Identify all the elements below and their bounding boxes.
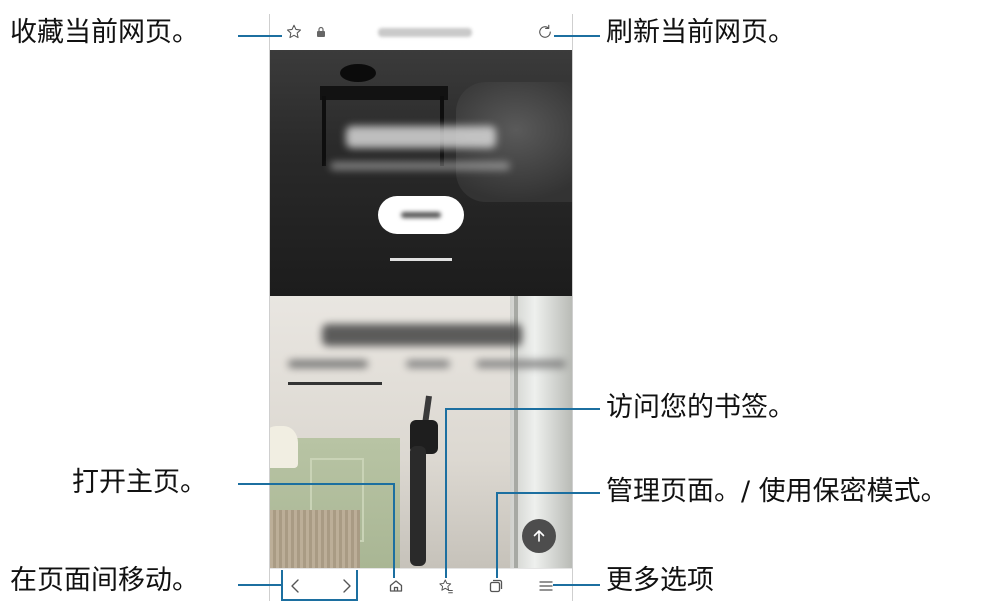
learn-more-link[interactable] [390, 258, 452, 261]
callout-line-bookmarks [445, 408, 600, 410]
lock-icon [314, 25, 328, 39]
callout-bookmarks: 访问您的书签。 [606, 392, 795, 423]
callout-line-manage-tabs [496, 492, 600, 494]
url-bar [270, 14, 572, 51]
callout-line-bookmark-page [238, 35, 282, 37]
menu-icon[interactable] [536, 576, 556, 596]
scroll-to-top-button[interactable] [522, 519, 556, 553]
callout-navigate: 在页面间移动。 [10, 565, 199, 596]
blurred-section-title [322, 324, 522, 346]
blurred-tab-1[interactable] [288, 360, 368, 368]
callout-home: 打开主页。 [72, 467, 207, 498]
callout-line-home-vertical [393, 483, 395, 578]
forward-icon[interactable] [336, 576, 356, 596]
callout-line-more-options [553, 584, 600, 586]
buy-now-button[interactable] [378, 196, 464, 234]
blurred-subline [330, 162, 510, 170]
callout-line-navigate [238, 584, 281, 586]
callout-line-manage-tabs-vertical [496, 492, 498, 578]
table-image [320, 86, 448, 100]
table-leg [322, 96, 326, 166]
lamp-image [270, 426, 298, 468]
refresh-icon[interactable] [535, 22, 555, 42]
url-text[interactable] [378, 28, 472, 37]
blurred-headline [346, 126, 496, 148]
star-outline-icon[interactable] [284, 22, 304, 42]
callout-more-options: 更多选项 [606, 565, 714, 596]
callout-manage-tabs: 管理页面。/ 使用保密模式。 [606, 476, 948, 507]
back-icon[interactable] [286, 576, 306, 596]
callout-line-refresh-page [554, 35, 600, 37]
callout-line-bookmarks-vertical [445, 408, 447, 578]
callout-line-navigate-bracket-right [356, 570, 358, 601]
bookmarks-icon[interactable] [436, 576, 456, 596]
bowl-image [340, 64, 376, 82]
callout-bookmark-page: 收藏当前网页。 [10, 17, 199, 48]
tabs-icon[interactable] [486, 576, 506, 596]
hero-banner-dark [270, 50, 572, 296]
bottom-navigation [270, 568, 572, 601]
callout-refresh-page: 刷新当前网页。 [606, 17, 795, 48]
blurred-tab-2[interactable] [406, 360, 450, 368]
callout-line-navigate-bracket-left [281, 570, 283, 601]
browser-screenshot [269, 14, 573, 601]
vacuum-image [410, 446, 426, 566]
arrow-up-icon [531, 528, 547, 544]
blurred-tab-3[interactable] [476, 360, 566, 368]
active-tab-underline [288, 382, 382, 385]
home-icon[interactable] [386, 576, 406, 596]
callout-line-home [238, 483, 395, 485]
side-table-image [270, 510, 360, 570]
